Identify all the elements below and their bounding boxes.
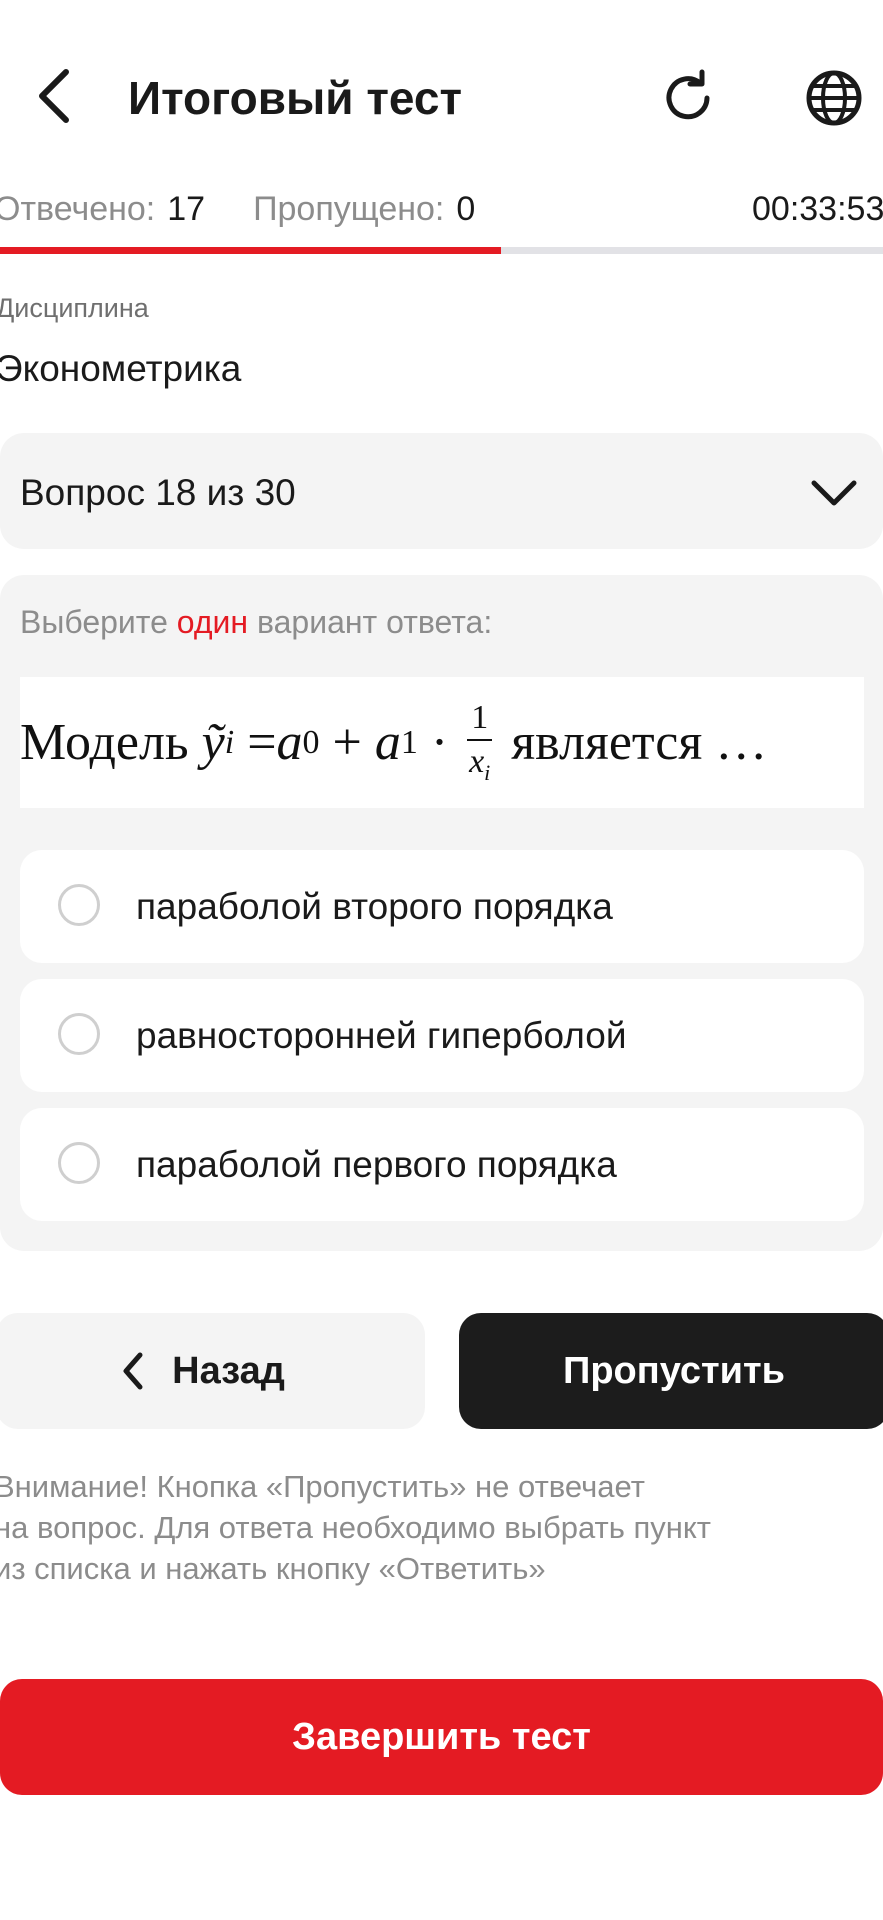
skipped-count: 0	[456, 190, 476, 228]
chevron-down-icon	[811, 480, 857, 506]
question-number: Вопрос 18 из 30	[20, 472, 296, 513]
formula-suffix: является …	[511, 714, 768, 771]
skip-warning: Внимание! Кнопка «Пропустить» не отвечае…	[0, 1466, 854, 1589]
fraction-den-sub: i	[484, 759, 491, 785]
back-button[interactable]	[18, 60, 90, 132]
instruction-accent: один	[176, 604, 249, 640]
finish-test-label: Завершить тест	[292, 1715, 591, 1758]
formula-a0-sub: 0	[302, 723, 320, 761]
timer: 00:33:53	[752, 190, 883, 228]
fraction-denominator: xi	[469, 741, 490, 784]
answer-instruction: Выберите один вариант ответа:	[20, 600, 492, 644]
skipped-label: Пропущено:	[253, 190, 445, 228]
progress-fill	[0, 247, 501, 254]
formula-dot: ·	[417, 714, 462, 771]
language-button[interactable]	[798, 62, 870, 134]
discipline-value: Эконометрика	[0, 348, 242, 389]
formula-a0: a	[276, 714, 303, 771]
chevron-left-icon	[39, 69, 69, 123]
answer-stats: Отвечено: 17 Пропущено: 0	[0, 186, 475, 232]
formula-a1-sub: 1	[400, 723, 418, 761]
answered-count: 17	[167, 190, 206, 228]
page-title: Итоговый тест	[128, 72, 462, 124]
fraction-den-var: x	[469, 743, 485, 781]
answer-option-2[interactable]: равносторонней гиперболой	[20, 979, 864, 1092]
globe-icon	[806, 70, 862, 126]
formula-eq: =	[247, 714, 277, 771]
back-button-label: Назад	[172, 1349, 285, 1392]
refresh-icon	[666, 69, 710, 120]
answer-option-1[interactable]: параболой второго порядка	[20, 850, 864, 963]
formula-plus: +	[319, 714, 375, 771]
formula-lhs-sub: i	[224, 723, 235, 761]
answered-label: Отвечено:	[0, 190, 156, 228]
formula-lhs: ỹ	[201, 714, 225, 771]
answer-option-label: параболой первого порядка	[136, 1144, 617, 1185]
answer-option-label: равносторонней гиперболой	[136, 1015, 627, 1056]
refresh-button[interactable]	[652, 62, 724, 134]
discipline-label: Дисциплина	[0, 293, 149, 323]
fraction-numerator: 1	[467, 701, 493, 742]
chevron-left-icon	[123, 1352, 143, 1390]
answer-option-3[interactable]: параболой первого порядка	[20, 1108, 864, 1221]
formula-fraction: 1 xi	[467, 701, 493, 784]
warning-line: из списка и нажать кнопку «Ответить»	[0, 1551, 546, 1586]
formula-a1: a	[374, 714, 401, 771]
question-selector-toggle[interactable]	[808, 470, 860, 514]
skip-button[interactable]: Пропустить	[459, 1313, 883, 1429]
formula-prefix: Модель	[20, 714, 189, 771]
instruction-text-end: вариант ответа:	[256, 604, 493, 640]
question-formula: Модель ỹi = a0 + a1 · 1 xi является …	[20, 677, 864, 808]
skip-button-label: Пропустить	[563, 1349, 785, 1392]
radio-button[interactable]	[58, 884, 100, 926]
finish-test-button[interactable]: Завершить тест	[0, 1679, 883, 1795]
answer-option-label: параболой второго порядка	[136, 886, 613, 927]
radio-button[interactable]	[58, 1013, 100, 1055]
instruction-text: Выберите	[20, 604, 168, 640]
radio-button[interactable]	[58, 1142, 100, 1184]
warning-line: Внимание! Кнопка «Пропустить» не отвечае…	[0, 1469, 645, 1504]
warning-line: на вопрос. Для ответа необходимо выбрать…	[0, 1510, 711, 1545]
previous-question-button[interactable]: Назад	[0, 1313, 425, 1429]
